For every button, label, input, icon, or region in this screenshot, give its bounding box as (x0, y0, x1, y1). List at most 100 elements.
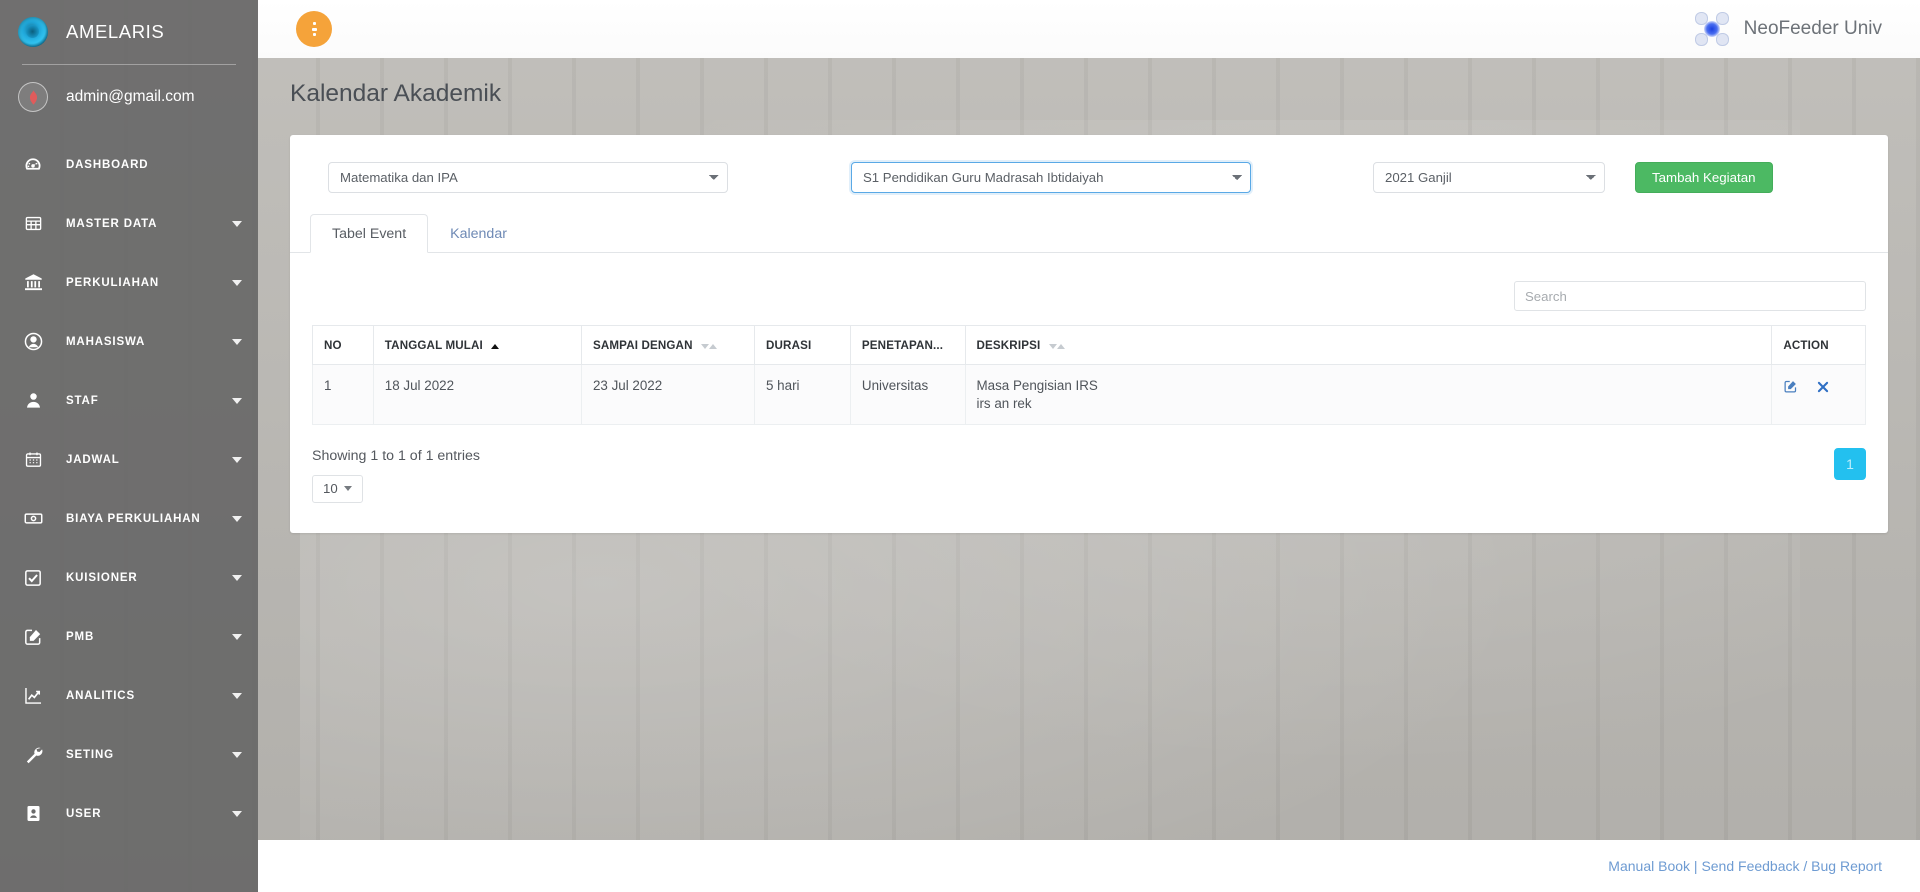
wrench-icon (18, 744, 48, 765)
main-content: Kalendar Akademik Matematika dan IPA S1 … (258, 58, 1920, 840)
sidebar-item-pmb[interactable]: PMB (0, 607, 258, 666)
sidebar-item-jadwal[interactable]: JADWAL (0, 430, 258, 489)
sidebar-item-staf[interactable]: STAF (0, 371, 258, 430)
table-head: NO TANGGAL MULAI SAMPAI DENGAN DURASI PE… (312, 324, 1866, 366)
cell-deskripsi: Masa Pengisian IRS irs an rek (964, 364, 1773, 425)
chevron-down-icon[interactable] (232, 810, 242, 817)
sidebar-item-dashboard[interactable]: DASHBOARD (0, 135, 258, 194)
page-length-value: 10 (323, 481, 338, 497)
user-avatar-icon (18, 82, 48, 112)
vertical-dots-menu-icon[interactable] (296, 11, 332, 47)
chevron-down-icon[interactable] (232, 456, 242, 463)
search-input[interactable] (1514, 281, 1866, 311)
column-header-sampai-dengan[interactable]: SAMPAI DENGAN (580, 324, 756, 366)
chevron-down-icon[interactable] (232, 397, 242, 404)
calendar-icon (18, 450, 48, 469)
sidebar-item-label: DASHBOARD (66, 158, 149, 171)
column-header-durasi[interactable]: DURASI (754, 324, 851, 366)
sidebar-item-label: MASTER DATA (66, 217, 158, 230)
sidebar-item-seting[interactable]: SETING (0, 725, 258, 784)
dot (311, 27, 317, 31)
sidebar-item-label: SETING (66, 748, 114, 761)
events-table: NO TANGGAL MULAI SAMPAI DENGAN DURASI PE… (312, 324, 1866, 425)
manual-book-link[interactable]: Manual Book (1608, 858, 1690, 874)
page-button-1[interactable]: 1 (1834, 447, 1866, 480)
column-header-action: ACTION (1771, 324, 1866, 366)
sidebar-item-label: PMB (66, 630, 95, 643)
tab-kalendar[interactable]: Kalendar (428, 214, 529, 253)
sidebar-item-label: USER (66, 807, 102, 820)
sidebar-item-label: BIAYA PERKULIAHAN (66, 512, 201, 525)
sort-both-icon[interactable] (1048, 339, 1065, 352)
prodi-select[interactable]: S1 Pendidikan Guru Madrasah Ibtidaiyah (851, 162, 1251, 193)
sidebar-user[interactable]: admin@gmail.com (0, 65, 258, 129)
cell-tanggal-mulai: 18 Jul 2022 (372, 364, 582, 425)
sidebar-item-label: PERKULIAHAN (66, 276, 160, 289)
column-header-deskripsi[interactable]: DESKRIPSI (964, 324, 1773, 366)
deskripsi-line-1: Masa Pengisian IRS (976, 378, 1098, 394)
sidebar-item-user[interactable]: USER (0, 784, 258, 843)
amelaris-logo-icon (18, 17, 48, 47)
delete-x-icon[interactable] (1816, 380, 1830, 394)
id-badge-icon (18, 804, 48, 823)
cell-sampai-dengan: 23 Jul 2022 (580, 364, 756, 425)
check-square-icon (18, 568, 48, 588)
neofeeder-logo-icon (1693, 10, 1731, 48)
sidebar-item-label: JADWAL (66, 453, 120, 466)
cell-action (1771, 364, 1866, 425)
sort-both-icon[interactable] (700, 339, 717, 352)
sidebar-item-mahasiswa[interactable]: MAHASISWA (0, 312, 258, 371)
sidebar-item-label: STAF (66, 394, 99, 407)
column-header-no[interactable]: NO (312, 324, 374, 366)
user-circle-icon (18, 331, 48, 352)
sidebar-item-kuisioner[interactable]: KUISIONER (0, 548, 258, 607)
page-length-select[interactable]: 10 (312, 474, 363, 503)
chevron-down-icon[interactable] (232, 279, 242, 286)
entries-info: Showing 1 to 1 of 1 entries (312, 447, 480, 464)
tab-bar: Tabel Event Kalendar (290, 213, 1888, 253)
filter-bar: Matematika dan IPA S1 Pendidikan Guru Ma… (312, 155, 1866, 213)
sidebar-item-master-data[interactable]: MASTER DATA (0, 194, 258, 253)
app-title: NeoFeeder Univ (1743, 18, 1882, 39)
edit-pencil-square-icon[interactable] (1783, 379, 1798, 394)
column-header-penetapan[interactable]: PENETAPAN... (849, 324, 966, 366)
dot (312, 22, 316, 25)
semester-select[interactable]: 2021 Ganjil (1373, 162, 1605, 193)
brand[interactable]: AMELARIS (0, 0, 258, 64)
sidebar-item-analitics[interactable]: ANALITICS (0, 666, 258, 725)
chevron-down-icon[interactable] (232, 633, 242, 640)
footer-separator: | (1690, 858, 1702, 874)
pagination-left: Showing 1 to 1 of 1 entries 10 (312, 448, 480, 503)
tambah-kegiatan-button[interactable]: Tambah Kegiatan (1635, 162, 1773, 193)
chevron-down-icon[interactable] (232, 515, 242, 522)
table-footer: Showing 1 to 1 of 1 entries 10 1 (312, 425, 1866, 503)
sidebar-item-label: MAHASISWA (66, 335, 146, 348)
chevron-down-icon[interactable] (232, 338, 242, 345)
column-header-tanggal-mulai[interactable]: TANGGAL MULAI (372, 324, 582, 366)
table-grid-icon (18, 214, 48, 233)
sidebar-item-perkuliahan[interactable]: PERKULIAHAN (0, 253, 258, 312)
tab-tabel-event[interactable]: Tabel Event (310, 214, 429, 253)
cell-no: 1 (312, 364, 374, 425)
footer: Manual Book | Send Feedback / Bug Report (258, 840, 1920, 892)
sidebar-item-biaya-perkuliahan[interactable]: BIAYA PERKULIAHAN (0, 489, 258, 548)
footer-links: Manual Book | Send Feedback / Bug Report (1608, 858, 1882, 874)
chevron-down-icon[interactable] (232, 574, 242, 581)
search-row (312, 253, 1866, 325)
content-card: Matematika dan IPA S1 Pendidikan Guru Ma… (290, 135, 1888, 533)
sidebar: AMELARIS admin@gmail.com DASHBOARD MASTE… (0, 0, 258, 892)
sidebar-item-label: ANALITICS (66, 689, 135, 702)
chevron-down-icon[interactable] (232, 220, 242, 227)
fakultas-select[interactable]: Matematika dan IPA (328, 162, 728, 193)
column-label: DURASI (766, 339, 812, 353)
sidebar-item-label: KUISIONER (66, 571, 138, 584)
table-row: 1 18 Jul 2022 23 Jul 2022 5 hari Univers… (312, 364, 1866, 425)
column-label: TANGGAL MULAI (384, 339, 483, 352)
table-body: 1 18 Jul 2022 23 Jul 2022 5 hari Univers… (312, 364, 1866, 425)
chevron-down-icon[interactable] (232, 751, 242, 758)
cell-durasi: 5 hari (754, 364, 851, 425)
sort-asc-icon[interactable] (491, 339, 500, 352)
send-feedback-link[interactable]: Send Feedback / Bug Report (1701, 858, 1882, 874)
pagination: 1 (1834, 447, 1866, 480)
chevron-down-icon[interactable] (232, 692, 242, 699)
